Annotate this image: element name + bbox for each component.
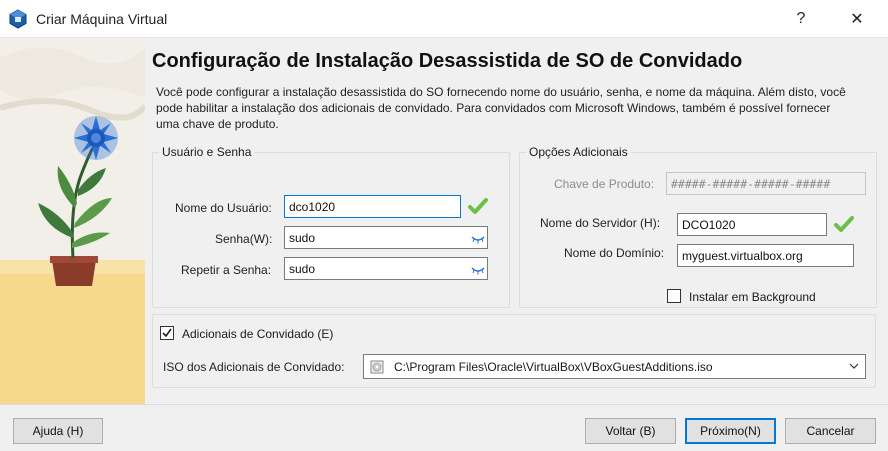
wizard-content: Configuração de Instalação Desassistida … <box>0 38 888 404</box>
hostname-field[interactable]: DCO1020 <box>677 213 827 236</box>
valid-check-icon <box>468 198 488 214</box>
username-field[interactable]: dco1020 <box>284 195 461 218</box>
page-title: Configuração de Instalação Desassistida … <box>152 50 743 72</box>
repeat-password-label: Repetir a Senha: <box>181 263 272 277</box>
iso-label: ISO dos Adicionais de Convidado: <box>163 360 345 374</box>
guest-additions-label: Adicionais de Convidado (E) <box>182 327 334 341</box>
iso-path-combobox[interactable]: C:\Program Files\Oracle\VirtualBox\VBoxG… <box>363 354 866 379</box>
back-button[interactable]: Voltar (B) <box>585 418 676 444</box>
disc-image-icon <box>370 360 384 374</box>
repeat-password-field[interactable]: sudo <box>284 257 488 280</box>
password-field[interactable]: sudo <box>284 226 488 249</box>
product-key-value: #####-#####-#####-##### <box>671 177 831 191</box>
next-button[interactable]: Próximo(N) <box>685 418 776 444</box>
repeat-password-value: sudo <box>289 262 316 276</box>
chevron-down-icon[interactable] <box>849 362 859 370</box>
username-label: Nome do Usuário: <box>175 201 272 215</box>
close-icon: ✕ <box>850 11 864 28</box>
valid-check-icon <box>834 216 854 232</box>
title-bar: Criar Máquina Virtual ? ✕ <box>0 0 888 38</box>
user-password-group-title: Usuário e Senha <box>159 145 255 159</box>
guest-additions-checkbox[interactable] <box>160 326 174 340</box>
product-key-label: Chave de Produto: <box>554 177 655 191</box>
help-icon: ? <box>796 10 806 27</box>
help-button[interactable]: Ajuda (H) <box>13 418 103 444</box>
virtualbox-icon <box>9 9 27 29</box>
iso-path-value: C:\Program Files\Oracle\VirtualBox\VBoxG… <box>394 360 713 374</box>
close-button[interactable]: ✕ <box>834 0 880 38</box>
help-title-button[interactable]: ? <box>778 0 824 38</box>
window-title: Criar Máquina Virtual <box>36 11 168 27</box>
show-repeat-password-icon[interactable] <box>471 265 485 275</box>
domain-value: myguest.virtualbox.org <box>682 249 803 263</box>
install-background-checkbox[interactable] <box>667 289 681 303</box>
checkmark-icon <box>162 328 172 338</box>
additional-options-group-title: Opções Adicionais <box>526 145 631 159</box>
hostname-value: DCO1020 <box>682 218 736 232</box>
hostname-label: Nome do Servidor (H): <box>540 216 661 230</box>
install-background-label: Instalar em Background <box>689 290 816 304</box>
domain-field[interactable]: myguest.virtualbox.org <box>677 244 854 267</box>
domain-label: Nome do Domínio: <box>564 246 665 260</box>
cancel-button[interactable]: Cancelar <box>785 418 876 444</box>
button-bar: Ajuda (H) Voltar (B) Próximo(N) Cancelar <box>0 404 888 451</box>
product-key-field: #####-#####-#####-##### <box>666 172 866 195</box>
username-value: dco1020 <box>289 200 336 214</box>
password-value: sudo <box>289 231 316 245</box>
page-description: Você pode configurar a instalação desass… <box>156 85 846 131</box>
show-password-icon[interactable] <box>471 234 485 244</box>
password-label: Senha(W): <box>215 232 273 246</box>
wizard-illustration <box>0 38 145 404</box>
